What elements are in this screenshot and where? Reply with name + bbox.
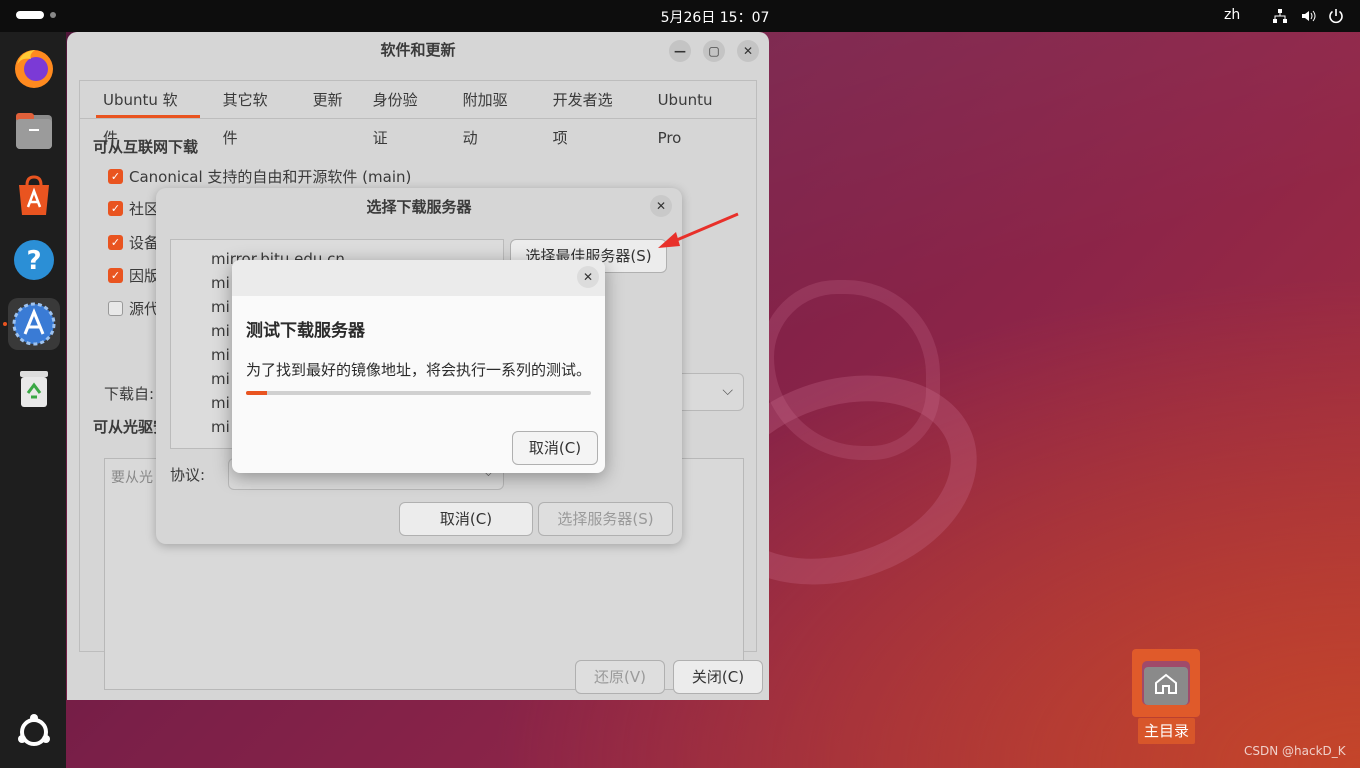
app-center-icon [19, 175, 49, 215]
svg-text:?: ? [26, 246, 41, 276]
cancel-test-button[interactable]: 取消(C) [512, 431, 598, 465]
progress-fill [246, 391, 267, 395]
close-window-button[interactable]: 关闭(C) [673, 660, 763, 694]
dialog-title: 选择下载服务器 [366, 198, 472, 216]
list-item[interactable]: mi [211, 346, 230, 364]
download-from-label: 下载自: [104, 385, 155, 403]
source-label: Canonical 支持的自由和开源软件 (main) [129, 168, 412, 186]
list-item[interactable]: mi [211, 394, 230, 412]
dock-firefox[interactable] [8, 42, 60, 94]
dock-software-updater[interactable] [8, 298, 60, 350]
source-label: 源代 [129, 300, 160, 318]
clock[interactable]: 5月26日 15：07 [0, 7, 1360, 27]
tab-updates[interactable]: 更新 [298, 81, 358, 118]
dock: ? [0, 32, 66, 768]
tab-developer-options[interactable]: 开发者选项 [538, 81, 643, 147]
files-icon [16, 113, 52, 149]
source-restricted[interactable]: ✓ 设备 [108, 232, 159, 253]
dialog-heading: 测试下载服务器 [246, 321, 365, 341]
trash-icon [20, 371, 48, 407]
firefox-icon [15, 50, 53, 88]
source-label: 因版 [129, 267, 160, 285]
source-main[interactable]: ✓ Canonical 支持的自由和开源软件 (main) [108, 166, 411, 187]
cancel-button[interactable]: 取消(C) [399, 502, 533, 536]
checkbox-checked-icon[interactable]: ✓ [108, 169, 123, 184]
ubuntu-logo-icon [18, 714, 50, 746]
input-language[interactable]: zh [1224, 7, 1240, 23]
list-item[interactable]: mi [211, 370, 230, 388]
home-folder-icon [1142, 661, 1190, 705]
dialog-titlebar[interactable]: ✕ [232, 260, 605, 296]
list-item[interactable]: mi [211, 322, 230, 340]
power-icon [1329, 9, 1343, 24]
checkbox-checked-icon[interactable]: ✓ [108, 235, 123, 250]
tab-ubuntu-pro[interactable]: Ubuntu Pro [643, 81, 756, 147]
source-code[interactable]: 源代 [108, 298, 159, 319]
tab-other-software[interactable]: 其它软件 [208, 81, 298, 147]
desktop-home-folder[interactable] [1132, 649, 1200, 717]
tab-ubuntu-software[interactable]: Ubuntu 软件 [88, 81, 208, 147]
checkbox-unchecked-icon[interactable] [108, 301, 123, 316]
checkbox-checked-icon[interactable]: ✓ [108, 201, 123, 216]
source-universe[interactable]: ✓ 社区 [108, 198, 159, 219]
source-label: 社区 [129, 200, 160, 218]
system-tray[interactable] [1272, 8, 1344, 24]
tab-additional-drivers[interactable]: 附加驱动 [448, 81, 538, 147]
select-server-button[interactable]: 选择服务器(S) [538, 502, 673, 536]
chevron-down-icon: ⌵ [722, 383, 733, 399]
software-updater-icon [12, 302, 56, 346]
close-icon: ✕ [582, 270, 594, 284]
maximize-icon: ▢ [708, 44, 720, 58]
source-label: 设备 [129, 234, 160, 252]
internet-section-heading: 可从互联网下载 [93, 138, 199, 156]
annotation-arrow-icon [658, 212, 739, 248]
close-icon: ✕ [742, 44, 754, 58]
dock-files[interactable] [8, 106, 60, 158]
list-item[interactable]: mi [211, 298, 230, 316]
top-bar: 5月26日 15：07 zh [0, 0, 1360, 32]
minimize-button[interactable]: — [669, 40, 691, 62]
testing-servers-dialog: ✕ 测试下载服务器 为了找到最好的镜像地址，将会执行一系列的测试。 取消(C) [232, 260, 605, 473]
dock-show-apps[interactable] [8, 706, 60, 758]
watermark: CSDN @hackD_K [1244, 744, 1346, 758]
revert-button[interactable]: 还原(V) [575, 660, 665, 694]
close-button[interactable]: ✕ [577, 266, 599, 288]
home-folder-label[interactable]: 主目录 [1138, 718, 1195, 744]
network-icon [1273, 9, 1287, 23]
dock-help[interactable]: ? [8, 234, 60, 286]
cdrom-placeholder: 要从光 [111, 470, 153, 486]
progress-bar [246, 391, 591, 395]
source-multiverse[interactable]: ✓ 因版 [108, 265, 159, 286]
dialog-description: 为了找到最好的镜像地址，将会执行一系列的测试。 [246, 361, 592, 379]
list-item[interactable]: mi [211, 418, 230, 436]
tab-bar: Ubuntu 软件 其它软件 更新 身份验证 附加驱动 开发者选项 Ubuntu… [80, 81, 756, 147]
help-icon: ? [14, 240, 54, 280]
volume-icon [1302, 10, 1316, 22]
minimize-icon: — [674, 44, 686, 58]
running-indicator [3, 322, 7, 326]
tab-authentication[interactable]: 身份验证 [358, 81, 448, 147]
dock-app-center[interactable] [8, 170, 60, 222]
maximize-button[interactable]: ▢ [703, 40, 725, 62]
close-button[interactable]: ✕ [737, 40, 759, 62]
window-title: 软件和更新 [380, 41, 456, 59]
window-titlebar[interactable]: 软件和更新 — ▢ ✕ [67, 32, 769, 68]
protocol-label: 协议: [170, 466, 206, 484]
list-item[interactable]: mi [211, 274, 230, 292]
checkbox-checked-icon[interactable]: ✓ [108, 268, 123, 283]
dialog-titlebar[interactable]: 选择下载服务器 ✕ [156, 188, 682, 226]
dock-trash[interactable] [8, 362, 60, 414]
